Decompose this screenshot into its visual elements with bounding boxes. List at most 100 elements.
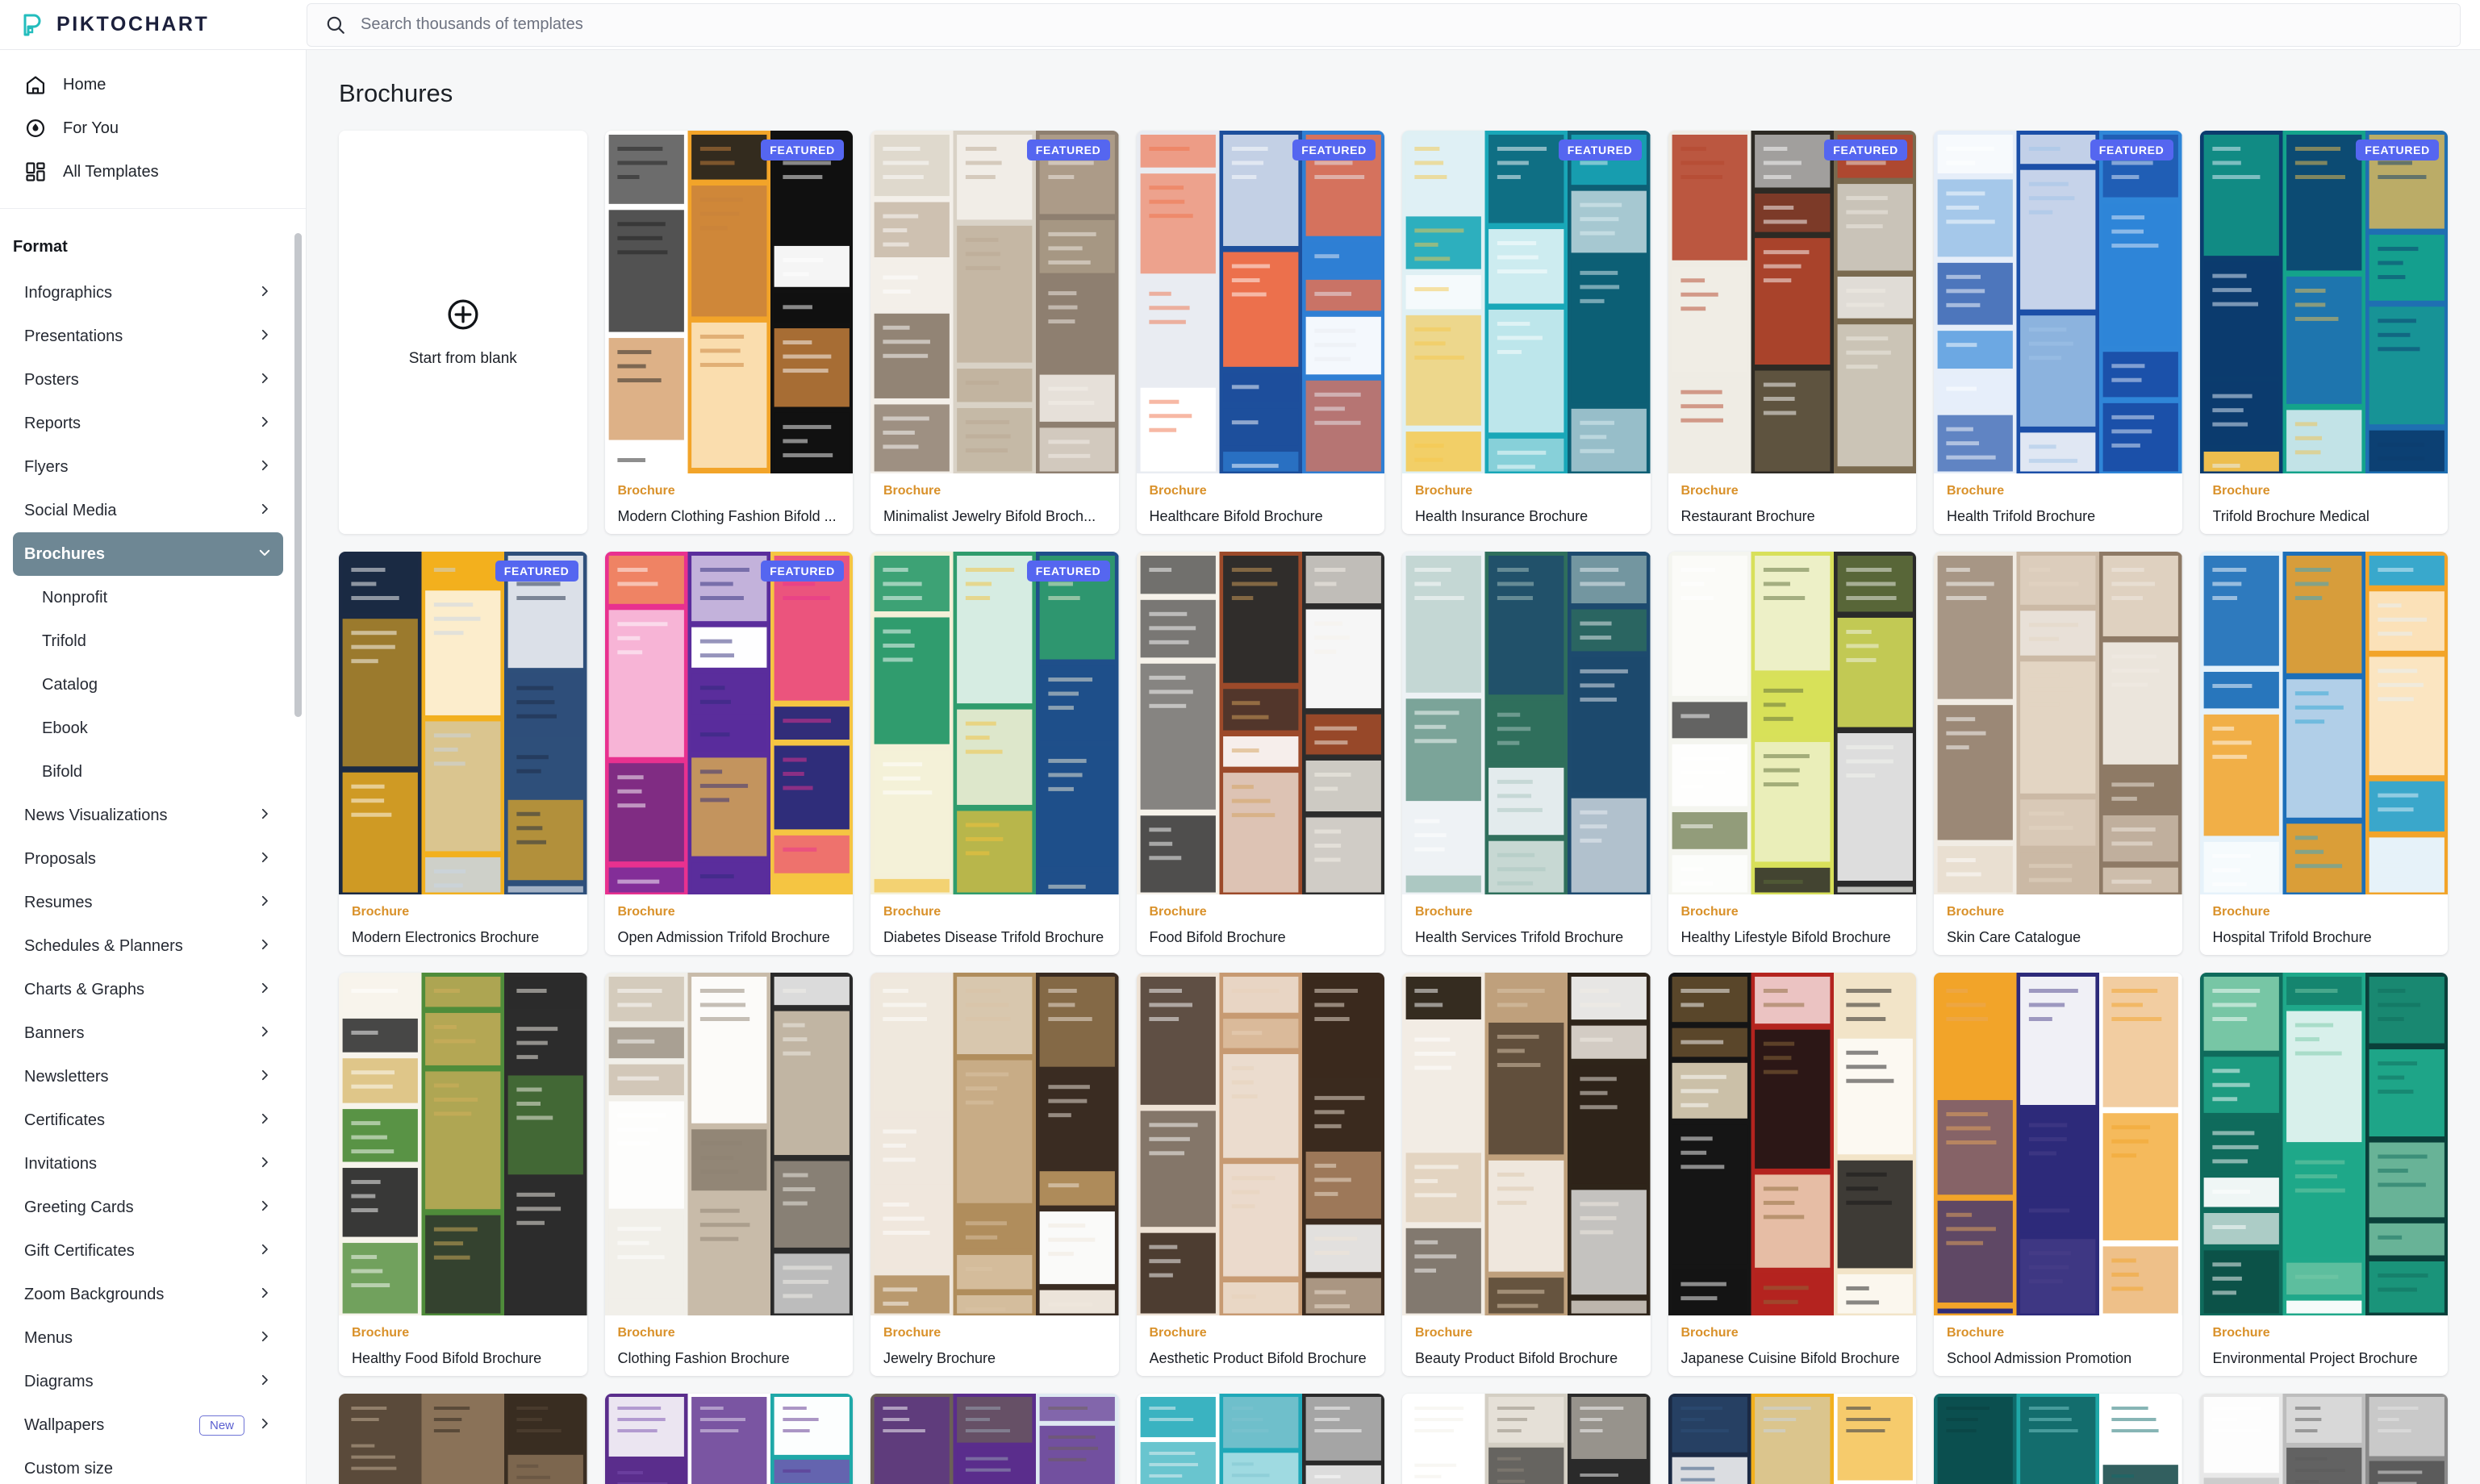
sidebar-item-schedules-planners[interactable]: Schedules & Planners bbox=[13, 924, 283, 968]
template-thumbnail[interactable]: FEATURED bbox=[604, 552, 853, 894]
template-card[interactable]: Brochure Skin Care Catalogue bbox=[1934, 552, 2182, 955]
sidebar-item-menus[interactable]: Menus bbox=[13, 1316, 283, 1360]
template-thumbnail[interactable] bbox=[339, 973, 587, 1315]
template-card[interactable]: Brochure School Admission Promotion bbox=[1934, 973, 2182, 1376]
template-thumbnail[interactable] bbox=[1402, 973, 1651, 1315]
template-card[interactable]: FEATURED Brochure Restaurant Brochure bbox=[1668, 131, 1916, 534]
sidebar-item-resumes[interactable]: Resumes bbox=[13, 881, 283, 924]
template-card[interactable] bbox=[1402, 1394, 1651, 1484]
sidebar-format-scroll[interactable]: Format Infographics Presentations Posters R… bbox=[0, 209, 306, 1484]
template-thumbnail[interactable] bbox=[339, 1394, 587, 1484]
sidebar-item-social-media[interactable]: Social Media bbox=[13, 489, 283, 532]
template-card[interactable]: Brochure Health Services Trifold Brochure bbox=[1402, 552, 1651, 955]
sidebar-subitem-ebook[interactable]: Ebook bbox=[13, 707, 283, 750]
template-card[interactable] bbox=[1136, 1394, 1384, 1484]
template-card[interactable]: Brochure Aesthetic Product Bifold Brochur… bbox=[1136, 973, 1384, 1376]
sidebar-item-certificates[interactable]: Certificates bbox=[13, 1098, 283, 1142]
sidebar-item-gift-certificates[interactable]: Gift Certificates bbox=[13, 1229, 283, 1273]
sidebar-item-infographics[interactable]: Infographics bbox=[13, 271, 283, 315]
template-thumbnail[interactable] bbox=[1402, 552, 1651, 894]
sidebar-item-posters[interactable]: Posters bbox=[13, 358, 283, 402]
template-card[interactable]: Brochure Healthy Food Bifold Brochure bbox=[339, 973, 587, 1376]
template-thumbnail[interactable] bbox=[1668, 973, 1916, 1315]
sidebar-scrollbar[interactable] bbox=[294, 233, 302, 1484]
template-thumbnail[interactable]: FEATURED bbox=[871, 131, 1119, 473]
sidebar-item-brochures[interactable]: Brochures bbox=[13, 532, 283, 576]
sidebar-item-banners[interactable]: Banners bbox=[13, 1011, 283, 1055]
template-thumbnail[interactable]: FEATURED bbox=[2199, 131, 2448, 473]
template-card[interactable]: FEATURED Brochure Trifold Brochure Medical bbox=[2199, 131, 2448, 534]
sidebar-subitem-catalog[interactable]: Catalog bbox=[13, 663, 283, 707]
sidebar-item-custom-size[interactable]: Custom size bbox=[13, 1447, 283, 1484]
template-thumbnail[interactable] bbox=[2199, 973, 2448, 1315]
sidebar-scrollbar-thumb[interactable] bbox=[294, 233, 302, 717]
template-card[interactable]: FEATURED Brochure Open Admission Trifold B… bbox=[604, 552, 853, 955]
sidebar-subitem-nonprofit[interactable]: Nonprofit bbox=[13, 576, 283, 619]
template-thumbnail[interactable] bbox=[1668, 1394, 1916, 1484]
template-thumbnail[interactable] bbox=[2199, 552, 2448, 894]
template-thumbnail[interactable] bbox=[1136, 973, 1384, 1315]
sidebar-item-proposals[interactable]: Proposals bbox=[13, 837, 283, 881]
template-thumbnail[interactable]: FEATURED bbox=[871, 552, 1119, 894]
template-card[interactable]: Brochure Beauty Product Bifold Brochure bbox=[1402, 973, 1651, 1376]
template-card[interactable]: FEATURED Brochure Modern Clothing Fashion … bbox=[604, 131, 853, 534]
template-card[interactable] bbox=[604, 1394, 853, 1484]
template-card[interactable]: Brochure Food Bifold Brochure bbox=[1136, 552, 1384, 955]
template-card[interactable]: Brochure Environmental Project Brochure bbox=[2199, 973, 2448, 1376]
sidebar-item-news-visualizations[interactable]: News Visualizations bbox=[13, 794, 283, 837]
search-input[interactable] bbox=[361, 15, 2442, 34]
sidebar-item-presentations[interactable]: Presentations bbox=[13, 315, 283, 358]
template-card[interactable] bbox=[1934, 1394, 2182, 1484]
template-thumbnail[interactable] bbox=[1934, 973, 2182, 1315]
sidebar-subitem-trifold[interactable]: Trifold bbox=[13, 619, 283, 663]
template-card[interactable]: Brochure Hospital Trifold Brochure bbox=[2199, 552, 2448, 955]
template-card[interactable]: Brochure Healthy Lifestyle Bifold Brochur… bbox=[1668, 552, 1916, 955]
template-thumbnail[interactable]: FEATURED bbox=[339, 552, 587, 894]
template-thumbnail[interactable]: FEATURED bbox=[1402, 131, 1651, 473]
template-card[interactable] bbox=[2199, 1394, 2448, 1484]
sidebar-item-diagrams[interactable]: Diagrams bbox=[13, 1360, 283, 1403]
sidebar-item-for-you[interactable]: For You bbox=[0, 106, 306, 150]
sidebar-item-invitations[interactable]: Invitations bbox=[13, 1142, 283, 1186]
template-card[interactable]: FEATURED Brochure Modern Electronics Broch… bbox=[339, 552, 587, 955]
template-thumbnail[interactable]: FEATURED bbox=[1668, 131, 1916, 473]
template-card[interactable]: FEATURED Brochure Healthcare Bifold Brochu… bbox=[1136, 131, 1384, 534]
template-thumbnail[interactable] bbox=[871, 973, 1119, 1315]
sidebar-subitem-bifold[interactable]: Bifold bbox=[13, 750, 283, 794]
template-card[interactable]: Brochure Jewelry Brochure bbox=[871, 973, 1119, 1376]
sidebar-item-charts-graphs[interactable]: Charts & Graphs bbox=[13, 968, 283, 1011]
sidebar-item-flyers[interactable]: Flyers bbox=[13, 445, 283, 489]
template-thumbnail[interactable] bbox=[604, 1394, 853, 1484]
template-thumbnail[interactable] bbox=[1402, 1394, 1651, 1484]
template-thumbnail[interactable] bbox=[1934, 1394, 2182, 1484]
template-card[interactable]: Brochure Clothing Fashion Brochure bbox=[604, 973, 853, 1376]
template-card[interactable]: Brochure Japanese Cuisine Bifold Brochure bbox=[1668, 973, 1916, 1376]
template-thumbnail[interactable]: FEATURED bbox=[604, 131, 853, 473]
template-card[interactable] bbox=[871, 1394, 1119, 1484]
template-card[interactable] bbox=[339, 1394, 587, 1484]
template-card[interactable]: FEATURED Brochure Minimalist Jewelry Bifol… bbox=[871, 131, 1119, 534]
sidebar-item-wallpapers[interactable]: Wallpapers New bbox=[13, 1403, 283, 1447]
sidebar-item-all-templates[interactable]: All Templates bbox=[0, 150, 306, 194]
template-thumbnail[interactable]: FEATURED bbox=[1136, 131, 1384, 473]
template-thumbnail[interactable]: FEATURED bbox=[1934, 131, 2182, 473]
sidebar-item-greeting-cards[interactable]: Greeting Cards bbox=[13, 1186, 283, 1229]
sidebar-item-zoom-backgrounds[interactable]: Zoom Backgrounds bbox=[13, 1273, 283, 1316]
template-thumbnail[interactable] bbox=[1934, 552, 2182, 894]
sidebar-item-home[interactable]: Home bbox=[0, 63, 306, 106]
template-thumbnail[interactable] bbox=[1668, 552, 1916, 894]
search-box[interactable] bbox=[307, 2, 2461, 47]
template-card[interactable]: FEATURED Brochure Health Insurance Brochur… bbox=[1402, 131, 1651, 534]
template-card[interactable]: FEATURED Brochure Health Trifold Brochure bbox=[1934, 131, 2182, 534]
sidebar-item-newsletters[interactable]: Newsletters bbox=[13, 1055, 283, 1098]
template-card[interactable] bbox=[1668, 1394, 1916, 1484]
start-from-blank-card[interactable]: Start from blank bbox=[339, 131, 587, 534]
brand[interactable]: PIKTOCHART bbox=[0, 12, 307, 38]
template-thumbnail[interactable] bbox=[871, 1394, 1119, 1484]
template-thumbnail[interactable] bbox=[1136, 1394, 1384, 1484]
template-card[interactable]: FEATURED Brochure Diabetes Disease Trifold… bbox=[871, 552, 1119, 955]
template-thumbnail[interactable] bbox=[2199, 1394, 2448, 1484]
template-thumbnail[interactable] bbox=[1136, 552, 1384, 894]
template-thumbnail[interactable] bbox=[604, 973, 853, 1315]
sidebar-item-reports[interactable]: Reports bbox=[13, 402, 283, 445]
